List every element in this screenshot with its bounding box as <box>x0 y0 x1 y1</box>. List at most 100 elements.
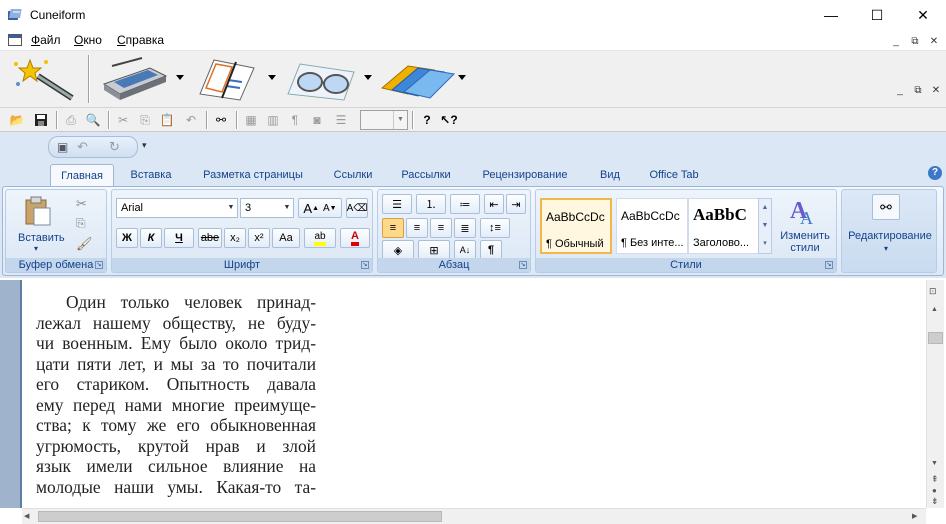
open-button[interactable]: 📂 <box>8 111 26 129</box>
scan-button[interactable] <box>100 54 170 104</box>
layout-button[interactable] <box>192 54 262 104</box>
paste-big-button[interactable]: Вставить ▾ <box>12 194 65 254</box>
bullets-button[interactable]: ☰ <box>382 194 412 214</box>
style-normal[interactable]: AaBbCcDc ¶ Обычный <box>540 198 612 254</box>
tab-mailings[interactable]: Рассылки <box>390 164 462 186</box>
help-icon[interactable]: ? <box>928 166 942 180</box>
superscript-button[interactable]: x² <box>248 228 270 248</box>
borders-button[interactable]: ⊞ <box>418 240 450 260</box>
context-help-button[interactable]: ↖? <box>440 111 458 129</box>
tab-view[interactable]: Вид <box>588 164 632 186</box>
qat-customize-icon[interactable]: ▾ <box>142 140 147 151</box>
save-dropdown-arrow[interactable] <box>458 75 466 80</box>
clear-format-button[interactable]: A⌫ <box>346 198 368 218</box>
show-marks-button[interactable]: ¶ <box>480 240 502 260</box>
align-right-button[interactable]: ≡ <box>430 218 452 238</box>
layout-dropdown-arrow[interactable] <box>268 75 276 80</box>
minimize-button[interactable]: — <box>808 0 854 30</box>
help-button[interactable]: ? <box>418 111 436 129</box>
inner-close-button[interactable]: ✕ <box>928 83 944 97</box>
print-button[interactable]: ⎙ <box>62 111 80 129</box>
sort-button[interactable]: A↓ <box>454 240 476 260</box>
mdi-restore-button[interactable]: ⧉ <box>907 34 923 48</box>
scroll-up-arrow-icon[interactable]: ▲ <box>931 306 938 313</box>
justify-button[interactable]: ≣ <box>454 218 476 238</box>
dialog-launcher-icon[interactable]: ↘ <box>519 261 527 269</box>
find-button[interactable]: ⚯ <box>212 111 230 129</box>
shrink-font-button[interactable]: A <box>323 203 330 214</box>
font-name-combo[interactable]: Arial ▼ <box>116 198 238 218</box>
style-heading[interactable]: AaBbC Заголово... <box>688 198 760 254</box>
frame-button[interactable]: ◙ <box>308 111 326 129</box>
table-button[interactable]: ▦ <box>242 111 260 129</box>
tab-review[interactable]: Рецензирование <box>468 164 582 186</box>
scroll-right-arrow-icon[interactable]: ▶ <box>912 512 917 520</box>
align-button[interactable]: ☰ <box>332 111 350 129</box>
multilevel-list-button[interactable]: ≔ <box>450 194 480 214</box>
decrease-indent-button[interactable]: ⇤ <box>484 194 504 214</box>
change-styles-button[interactable]: AA Изменить стили <box>776 194 834 258</box>
dialog-launcher-icon[interactable]: ↘ <box>825 261 833 269</box>
vertical-scroll-thumb[interactable] <box>928 332 943 344</box>
italic-button[interactable]: К <box>140 228 162 248</box>
horizontal-scrollbar[interactable]: ◀ ▶ <box>22 508 926 524</box>
change-case-button[interactable]: Aa <box>272 228 300 248</box>
cut-icon[interactable]: ✂ <box>76 196 87 212</box>
tab-insert[interactable]: Вставка <box>118 164 184 186</box>
dialog-launcher-icon[interactable]: ↘ <box>361 261 369 269</box>
editing-group[interactable]: ⚯ Редактирование ▾ <box>841 189 937 273</box>
maximize-button[interactable]: ☐ <box>854 0 900 30</box>
undo-button[interactable]: ↶ <box>182 111 200 129</box>
inner-restore-button[interactable]: ⧉ <box>910 83 926 97</box>
select-browse-icon[interactable]: ● <box>932 486 937 495</box>
paste-button[interactable]: 📋 <box>158 111 176 129</box>
font-size-combo[interactable]: 3 ▼ <box>240 198 294 218</box>
underline-button[interactable]: Ч <box>164 228 194 248</box>
scroll-down-arrow-icon[interactable]: ▼ <box>931 460 938 467</box>
recognize-dropdown-arrow[interactable] <box>364 75 372 80</box>
tab-office-tab[interactable]: Office Tab <box>640 164 708 186</box>
qat-undo-icon[interactable]: ↶ <box>77 139 88 155</box>
inner-minimize-button[interactable]: _ <box>892 83 908 97</box>
horizontal-scroll-thumb[interactable] <box>38 511 442 522</box>
columns-button[interactable]: ▥ <box>264 111 282 129</box>
zoom-combo[interactable]: ▼ <box>360 110 408 130</box>
next-page-icon[interactable]: ⇟ <box>931 496 939 507</box>
close-button[interactable]: ✕ <box>900 0 946 30</box>
more-styles-icon[interactable]: ▾ <box>759 235 771 253</box>
qat-save-icon[interactable]: ▣ <box>57 140 68 154</box>
zoom-dropdown-arrow[interactable]: ▼ <box>393 111 407 129</box>
grow-font-button[interactable]: A <box>303 201 312 216</box>
cut-button[interactable]: ✂ <box>114 111 132 129</box>
align-center-button[interactable]: ≡ <box>406 218 428 238</box>
format-painter-icon[interactable]: 🖌 <box>76 236 93 252</box>
save-button[interactable] <box>32 111 50 129</box>
align-left-button[interactable]: ≡ <box>382 218 404 238</box>
scroll-up-icon[interactable]: ▲ <box>759 199 771 217</box>
style-no-spacing[interactable]: AaBbCcDc ¶ Без инте... <box>616 198 688 254</box>
vertical-scrollbar[interactable]: ⊡ ▲ ▼ ⇞ ● ⇟ <box>926 280 944 508</box>
menu-help[interactable]: Справка <box>117 33 164 47</box>
numbering-button[interactable]: ⒈ <box>416 194 446 214</box>
mdi-close-button[interactable]: ✕ <box>926 34 942 48</box>
tab-references[interactable]: Ссылки <box>322 164 384 186</box>
mdi-minimize-button[interactable]: _ <box>888 34 904 48</box>
scan-dropdown-arrow[interactable] <box>176 75 184 80</box>
magic-wand-button[interactable] <box>8 54 80 104</box>
increase-indent-button[interactable]: ⇥ <box>506 194 526 214</box>
strikethrough-button[interactable]: abe <box>198 228 222 248</box>
pilcrow-button[interactable]: ¶ <box>286 111 304 129</box>
prev-page-icon[interactable]: ⇞ <box>931 474 939 485</box>
menu-file[interactable]: Файл <box>31 33 61 47</box>
document-text[interactable]: Один только человек принад- лежал нашему… <box>36 292 316 497</box>
tab-home[interactable]: Главная <box>50 164 114 187</box>
copy-icon[interactable]: ⎘ <box>76 216 86 231</box>
print-preview-button[interactable]: 🔍 <box>84 111 102 129</box>
styles-scroll[interactable]: ▲ ▼ ▾ <box>758 198 772 254</box>
font-size-arrow-icon[interactable]: ▼ <box>281 199 293 217</box>
font-name-arrow-icon[interactable]: ▼ <box>225 199 237 217</box>
recognize-button[interactable] <box>284 54 358 104</box>
bold-button[interactable]: Ж <box>116 228 138 248</box>
save-output-button[interactable] <box>378 54 456 104</box>
copy-button[interactable]: ⎘ <box>136 111 154 129</box>
